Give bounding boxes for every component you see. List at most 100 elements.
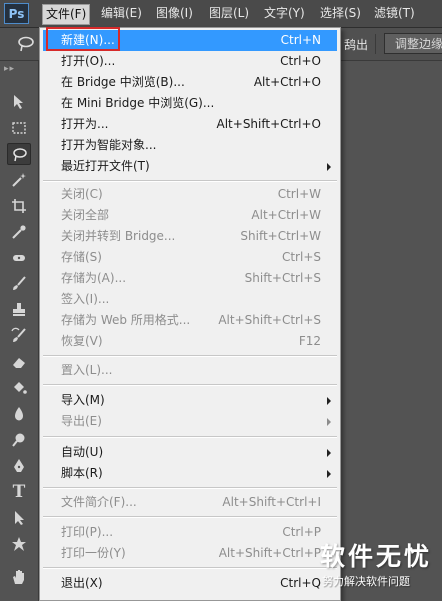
- menu-item-place: 置入(L)...: [40, 360, 340, 381]
- eraser-tool-icon[interactable]: [7, 351, 31, 373]
- menu-item-shortcut: Alt+Shift+Ctrl+P: [218, 546, 321, 560]
- menu-item-label: 恢复(V): [61, 334, 103, 348]
- submenu-arrow-icon: [327, 163, 331, 171]
- menu-item-label: 在 Mini Bridge 中浏览(G)...: [61, 96, 215, 110]
- type-tool-icon[interactable]: T: [7, 481, 31, 503]
- lasso-tool-icon[interactable]: [7, 143, 31, 165]
- magic-wand-tool-icon[interactable]: [7, 169, 31, 191]
- path-selection-tool-icon[interactable]: [7, 507, 31, 529]
- menu-item-save-for-web: 存储为 Web 所用格式... Alt+Shift+Ctrl+S: [40, 310, 340, 331]
- menu-separator: [43, 355, 337, 357]
- clone-stamp-tool-icon[interactable]: [7, 299, 31, 321]
- menu-filter[interactable]: 滤镜(T): [374, 5, 415, 21]
- healing-brush-tool-icon[interactable]: [7, 247, 31, 269]
- menu-item-label: 打印(P)...: [61, 525, 114, 539]
- marquee-tool-icon[interactable]: [7, 117, 31, 139]
- options-label: 鸹出: [344, 38, 369, 52]
- menu-item-save: 存储(S) Ctrl+S: [40, 247, 340, 268]
- photoshop-logo: Ps: [4, 3, 29, 24]
- menu-item-shortcut: Shift+Ctrl+W: [240, 229, 321, 243]
- menu-item-label: 脚本(R): [61, 466, 103, 480]
- menu-item-shortcut: Alt+Shift+Ctrl+S: [218, 313, 321, 327]
- menu-separator: [43, 487, 337, 489]
- eyedropper-tool-icon[interactable]: [7, 221, 31, 243]
- menu-item-shortcut: Alt+Ctrl+O: [253, 75, 321, 89]
- menu-item-shortcut: F12: [298, 334, 321, 348]
- blur-tool-icon[interactable]: [7, 403, 31, 425]
- hand-tool-icon[interactable]: [7, 566, 31, 588]
- menu-item-print-one-copy: 打印一份(Y) Alt+Shift+Ctrl+P: [40, 543, 340, 564]
- menu-item-file-info: 文件简介(F)... Alt+Shift+Ctrl+I: [40, 492, 340, 513]
- menu-item-exit[interactable]: 退出(X) Ctrl+Q: [40, 573, 340, 594]
- menu-item-revert: 恢复(V) F12: [40, 331, 340, 352]
- menu-item-export: 导出(E): [40, 411, 340, 432]
- menu-item-label: 存储(S): [61, 250, 102, 264]
- menu-item-shortcut: Alt+Shift+Ctrl+I: [222, 495, 321, 509]
- menu-item-label: 打开为智能对象...: [61, 138, 157, 152]
- menu-item-label: 打开(O)...: [61, 54, 116, 68]
- panel-grip-icon[interactable]: ▸▸: [4, 64, 15, 74]
- menu-item-label: 文件简介(F)...: [61, 495, 137, 509]
- refine-edge-button[interactable]: 调整边缘: [384, 33, 442, 54]
- menu-item-browse-bridge[interactable]: 在 Bridge 中浏览(B)... Alt+Ctrl+O: [40, 72, 340, 93]
- menu-item-open-smart-object[interactable]: 打开为智能对象...: [40, 135, 340, 156]
- menu-item-label: 导出(E): [61, 414, 102, 428]
- menu-item-save-as: 存储为(A)... Shift+Ctrl+S: [40, 268, 340, 289]
- options-divider: [375, 34, 376, 54]
- menu-edit[interactable]: 编辑(E): [101, 5, 142, 21]
- menu-type[interactable]: 文字(Y): [264, 5, 305, 21]
- submenu-arrow-icon: [327, 397, 331, 405]
- menu-item-shortcut: Ctrl+O: [280, 54, 321, 68]
- menu-item-automate[interactable]: 自动(U): [40, 442, 340, 463]
- menu-separator: [43, 436, 337, 438]
- menu-item-shortcut: Shift+Ctrl+S: [244, 271, 321, 285]
- history-brush-tool-icon[interactable]: [7, 325, 31, 347]
- menu-item-shortcut: Ctrl+W: [277, 187, 321, 201]
- menu-item-shortcut: Ctrl+N: [280, 33, 321, 47]
- menu-item-label: 最近打开文件(T): [61, 159, 150, 173]
- menu-item-import[interactable]: 导入(M): [40, 390, 340, 411]
- menu-item-close-all: 关闭全部 Alt+Ctrl+W: [40, 205, 340, 226]
- menu-item-label: 导入(M): [61, 393, 105, 407]
- menu-file[interactable]: 文件(F): [42, 4, 91, 25]
- tools-panel: ▸▸ T: [0, 61, 39, 601]
- menu-image[interactable]: 图像(I): [156, 5, 193, 21]
- shape-tool-icon[interactable]: [7, 533, 31, 555]
- menu-item-shortcut: Ctrl+P: [282, 525, 321, 539]
- brush-tool-icon[interactable]: [7, 273, 31, 295]
- menu-separator: [43, 516, 337, 518]
- watermark-logo: 软件无忧 努力解决软件问题: [320, 537, 434, 595]
- menu-bar: Ps 文件(F) 编辑(E) 图像(I) 图层(L) 文字(Y) 选择(S) 滤…: [0, 0, 442, 28]
- crop-tool-icon[interactable]: [7, 195, 31, 217]
- menu-item-label: 置入(L)...: [61, 363, 113, 377]
- menu-item-shortcut: Alt+Ctrl+W: [251, 208, 321, 222]
- lasso-icon[interactable]: [16, 34, 36, 54]
- menu-item-label: 存储为 Web 所用格式...: [61, 313, 191, 327]
- menu-item-close-go-bridge: 关闭并转到 Bridge... Shift+Ctrl+W: [40, 226, 340, 247]
- pen-tool-icon[interactable]: [7, 455, 31, 477]
- menu-item-open-as[interactable]: 打开为... Alt+Shift+Ctrl+O: [40, 114, 340, 135]
- menu-item-browse-mini-bridge[interactable]: 在 Mini Bridge 中浏览(G)...: [40, 93, 340, 114]
- menu-item-print: 打印(P)... Ctrl+P: [40, 522, 340, 543]
- menu-item-shortcut: Alt+Shift+Ctrl+O: [216, 117, 321, 131]
- paint-bucket-tool-icon[interactable]: [7, 377, 31, 399]
- menu-select[interactable]: 选择(S): [320, 5, 361, 21]
- menu-item-label: 打开为...: [61, 117, 109, 131]
- menu-item-scripts[interactable]: 脚本(R): [40, 463, 340, 484]
- menu-item-open[interactable]: 打开(O)... Ctrl+O: [40, 51, 340, 72]
- menu-item-shortcut: Ctrl+S: [281, 250, 321, 264]
- menu-item-recent-files[interactable]: 最近打开文件(T): [40, 156, 340, 177]
- menu-item-label: 存储为(A)...: [61, 271, 127, 285]
- menu-separator: [43, 180, 337, 182]
- menu-item-label: 关闭全部: [61, 208, 110, 222]
- menu-item-label: 关闭并转到 Bridge...: [61, 229, 176, 243]
- menu-layer[interactable]: 图层(L): [209, 5, 249, 21]
- submenu-arrow-icon: [327, 418, 331, 426]
- menu-item-label: 打印一份(Y): [61, 546, 126, 560]
- menu-item-label: 在 Bridge 中浏览(B)...: [61, 75, 185, 89]
- move-tool-icon[interactable]: [7, 91, 31, 113]
- watermark-subtitle: 努力解决软件问题: [322, 575, 410, 588]
- submenu-arrow-icon: [327, 470, 331, 478]
- submenu-arrow-icon: [327, 449, 331, 457]
- dodge-tool-icon[interactable]: [7, 429, 31, 451]
